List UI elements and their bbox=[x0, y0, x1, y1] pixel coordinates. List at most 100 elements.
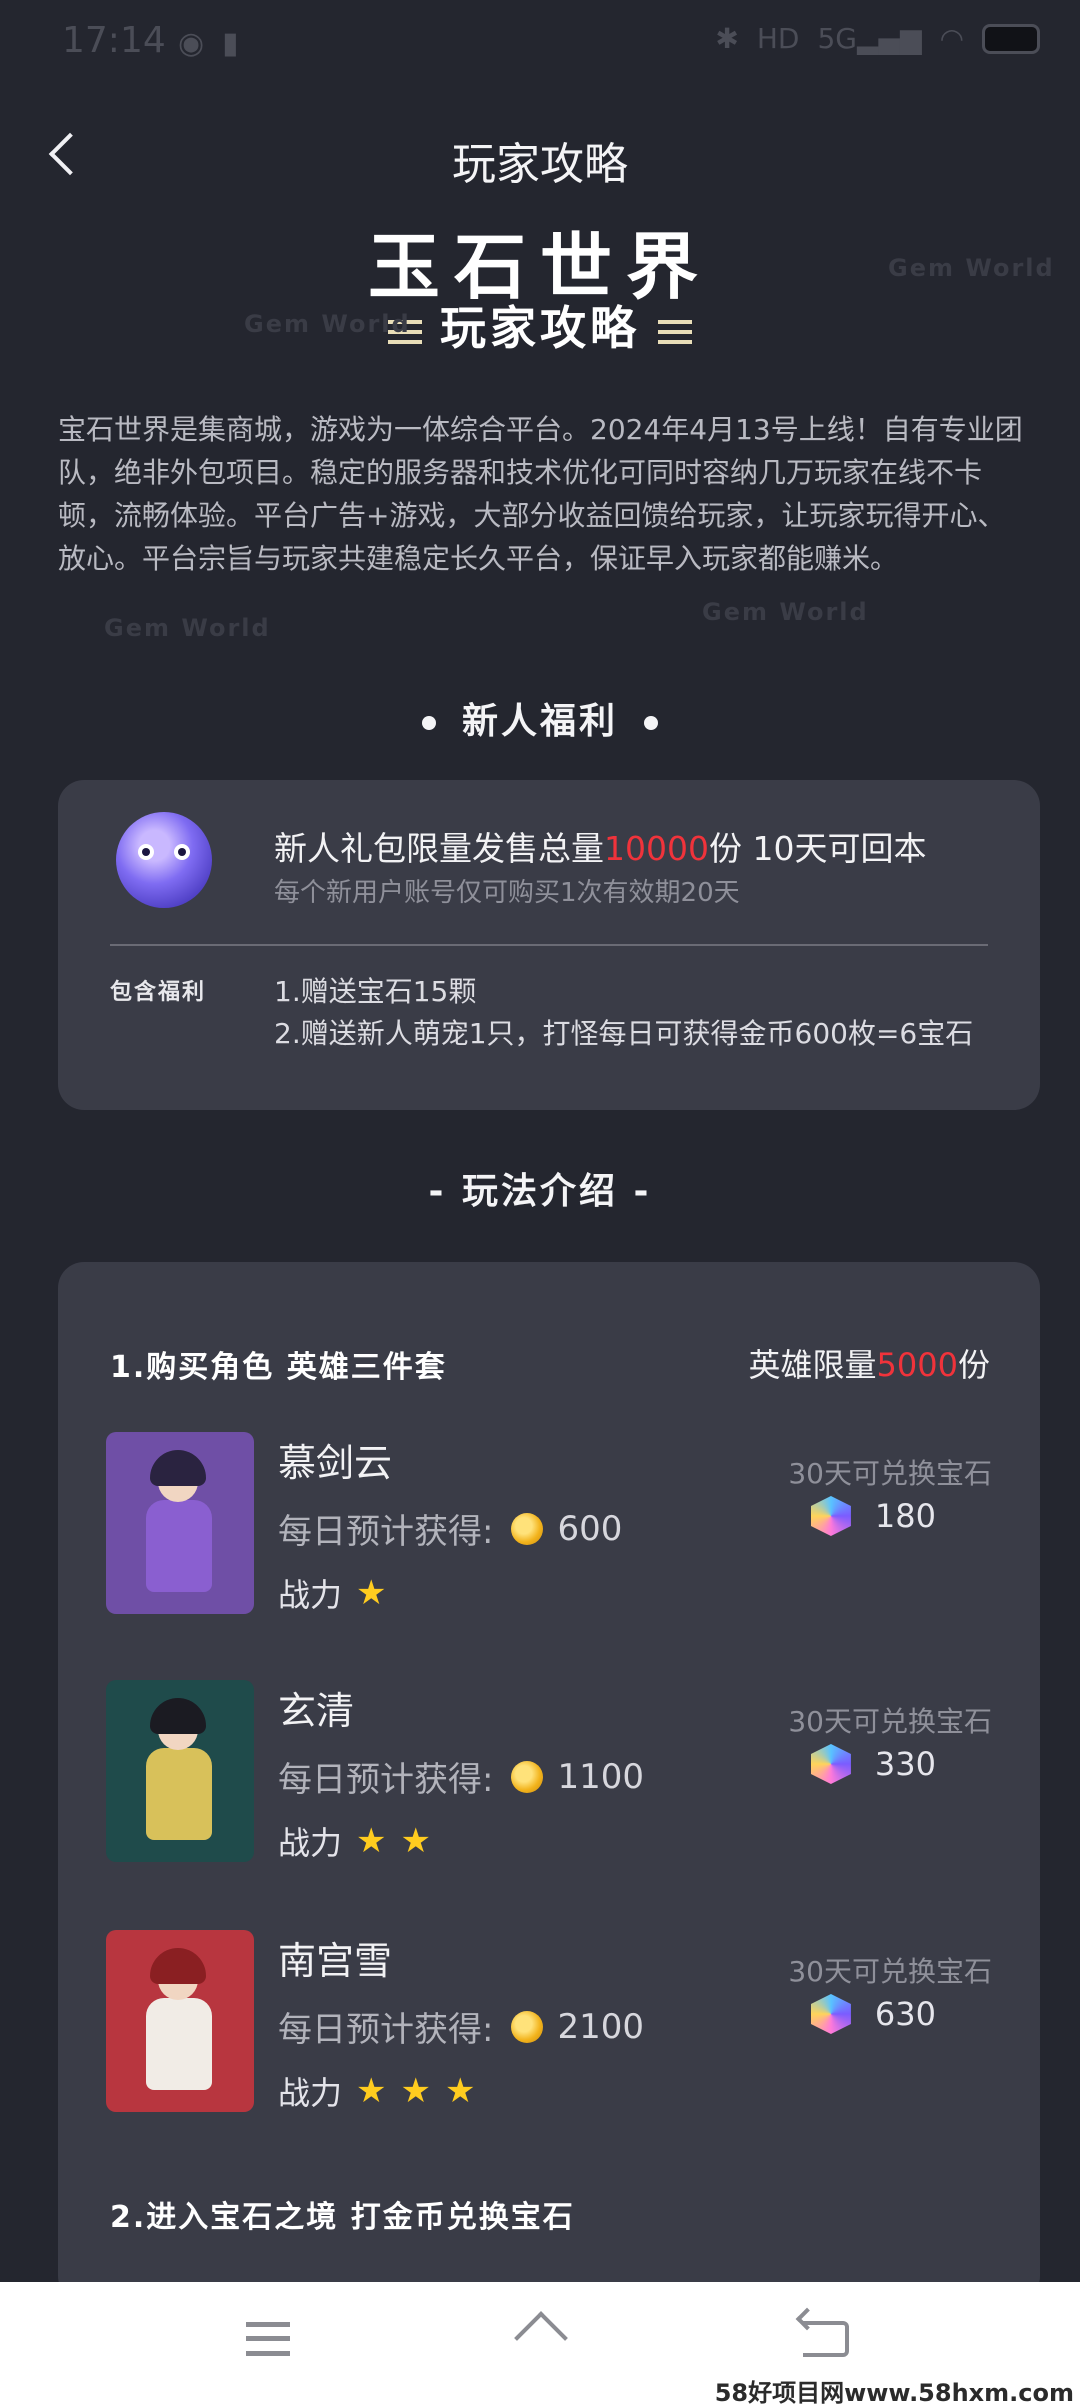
star-icon: ★ bbox=[444, 2071, 476, 2111]
power-rating: 战力 ★ bbox=[278, 1570, 387, 1616]
character-card[interactable]: 南宫雪 每日预计获得: 2100 战力 ★ ★ ★ 30天可兑换宝石 630 bbox=[106, 1930, 996, 2120]
back-return-icon bbox=[803, 2321, 849, 2357]
dot-icon bbox=[421, 716, 436, 730]
hd-icon: HD bbox=[756, 22, 800, 55]
power-rating: 战力 ★ ★ ★ bbox=[278, 2068, 475, 2114]
gem-icon bbox=[810, 1994, 851, 2034]
character-avatar bbox=[106, 1680, 254, 1862]
coin-icon bbox=[511, 2010, 544, 2043]
gem-icon bbox=[810, 1496, 851, 1536]
newbie-section-label: 新人福利 bbox=[461, 701, 618, 742]
hero-subtitle-text: 玩家攻略 bbox=[440, 301, 640, 355]
star-icon: ★ bbox=[356, 1573, 387, 1613]
watermark: Gem World bbox=[104, 614, 271, 642]
power-label: 战力 bbox=[278, 1824, 343, 1862]
daily-label: 每日预计获得: bbox=[278, 1512, 494, 1552]
return-button[interactable] bbox=[786, 2304, 866, 2374]
divider bbox=[110, 944, 988, 946]
daily-label: 每日预计获得: bbox=[278, 2010, 494, 2050]
star-rating: ★ ★ bbox=[342, 1821, 431, 1861]
character-avatar bbox=[106, 1432, 254, 1614]
character-card[interactable]: 玄清 每日预计获得: 1100 战力 ★ ★ 30天可兑换宝石 330 bbox=[106, 1680, 996, 1870]
star-icon: ★ bbox=[400, 2071, 431, 2111]
newbie-section-title: 新人福利 bbox=[0, 692, 1080, 744]
home-icon bbox=[515, 2319, 565, 2359]
gameplay-section-title: - 玩法介绍 - bbox=[428, 1171, 652, 1212]
hero-limit-amount: 5000 bbox=[876, 1346, 958, 1384]
daily-earnings: 每日预计获得: 600 bbox=[278, 1504, 622, 1553]
gift-note: 每个新用户账号仅可购买1次有效期20天 bbox=[274, 878, 740, 908]
hero-subtitle: 玩家攻略 bbox=[0, 292, 1080, 358]
5g-signal-icon: 5G▂▄▆ bbox=[817, 22, 922, 55]
gem-count: 630 bbox=[874, 1995, 936, 2033]
avatar-figure bbox=[146, 1748, 212, 1840]
avatar-figure bbox=[146, 1998, 212, 2090]
coin-icon bbox=[511, 1512, 544, 1545]
star-icon: ★ bbox=[356, 1821, 387, 1861]
gift-prefix: 新人礼包限量发售总量 bbox=[274, 829, 604, 868]
step1-title: 1.购买角色 英雄三件套 bbox=[110, 1350, 447, 1385]
daily-coins: 2100 bbox=[557, 2006, 644, 2047]
exchange-label: 30天可兑换宝石 bbox=[788, 1955, 992, 1988]
character-avatar bbox=[106, 1930, 254, 2112]
exchange-gems: 630 bbox=[810, 1994, 936, 2034]
gift-suffix: 份 10天可回本 bbox=[708, 829, 927, 868]
daily-earnings: 每日预计获得: 1100 bbox=[278, 1752, 644, 1801]
battery-icon bbox=[982, 23, 1040, 54]
status-right-icons: ✱ HD 5G▂▄▆ ◠ bbox=[715, 22, 1040, 55]
star-icon: ★ bbox=[356, 2071, 387, 2111]
character-name: 南宫雪 bbox=[278, 1939, 393, 1983]
avatar-figure bbox=[146, 1500, 212, 1592]
power-rating: 战力 ★ ★ bbox=[278, 1818, 431, 1864]
gift-amount: 10000 bbox=[604, 829, 709, 868]
pet-icon bbox=[116, 812, 212, 908]
power-label: 战力 bbox=[278, 2074, 343, 2112]
clipboard-icon: ▮ bbox=[222, 26, 239, 61]
exchange-label: 30天可兑换宝石 bbox=[788, 1705, 992, 1738]
gem-icon bbox=[810, 1744, 851, 1784]
watermark: Gem World bbox=[888, 254, 1055, 282]
daily-earnings: 每日预计获得: 2100 bbox=[278, 2002, 644, 2051]
gem-count: 180 bbox=[874, 1497, 936, 1535]
gameplay-card: 1.购买角色 英雄三件套 英雄限量5000份 慕剑云 每日预计获得: 600 战… bbox=[58, 1262, 1040, 2302]
star-icon: ★ bbox=[400, 1821, 431, 1861]
site-watermark: 58好项目网www.58hxm.com bbox=[714, 2379, 1074, 2407]
decor-bars-icon bbox=[658, 319, 692, 344]
menu-icon bbox=[246, 2322, 290, 2356]
watermark: Gem World bbox=[702, 598, 869, 626]
daily-label: 每日预计获得: bbox=[278, 1760, 494, 1800]
page-title: 玩家攻略 bbox=[452, 139, 628, 190]
power-label: 战力 bbox=[278, 1576, 343, 1614]
intro-text: 宝石世界是集商城，游戏为一体综合平台。2024年4月13号上线！自有专业团队，绝… bbox=[58, 413, 1023, 575]
wifi-icon: ◠ bbox=[939, 22, 964, 55]
watermark: Gem World bbox=[244, 310, 411, 338]
benefit-item: 1.赠送宝石15颗 bbox=[274, 975, 477, 1008]
dot-icon bbox=[644, 716, 658, 730]
hero-limit: 英雄限量5000份 bbox=[749, 1340, 990, 1386]
character-name: 玄清 bbox=[278, 1689, 355, 1733]
home-button[interactable] bbox=[500, 2304, 580, 2374]
gift-summary: 新人礼包限量发售总量10000份 10天可回本 bbox=[274, 822, 926, 870]
menu-button[interactable] bbox=[228, 2304, 308, 2374]
exchange-label: 30天可兑换宝石 bbox=[788, 1457, 992, 1490]
exchange-gems: 330 bbox=[810, 1744, 936, 1784]
status-bar: 17:14 ◉ ▮ ✱ HD 5G▂▄▆ ◠ bbox=[0, 0, 1080, 84]
hero-limit-suffix: 份 bbox=[957, 1346, 990, 1384]
coin-icon bbox=[511, 1760, 544, 1793]
network-label: 5G bbox=[817, 22, 857, 55]
exchange-gems: 180 bbox=[810, 1496, 936, 1536]
gem-count: 330 bbox=[874, 1745, 936, 1783]
daily-coins: 600 bbox=[557, 1508, 623, 1549]
bluetooth-icon: ✱ bbox=[715, 22, 739, 55]
header: 玩家攻略 bbox=[0, 110, 1080, 200]
step2-title: 2.进入宝石之境 打金币兑换宝石 bbox=[110, 2200, 575, 2235]
star-rating: ★ bbox=[342, 1573, 386, 1613]
star-rating: ★ ★ ★ bbox=[342, 2071, 475, 2111]
character-card[interactable]: 慕剑云 每日预计获得: 600 战力 ★ 30天可兑换宝石 180 bbox=[106, 1432, 996, 1622]
benefit-item: 2.赠送新人萌宠1只，打怪每日可获得金币600枚=6宝石 bbox=[274, 1017, 974, 1050]
hero-limit-prefix: 英雄限量 bbox=[748, 1346, 877, 1384]
daily-coins: 1100 bbox=[557, 1756, 644, 1797]
benefit-label: 包含福利 bbox=[110, 980, 207, 1005]
bottom-nav: 58好项目网www.58hxm.com bbox=[0, 2282, 1080, 2408]
character-name: 慕剑云 bbox=[278, 1441, 393, 1485]
